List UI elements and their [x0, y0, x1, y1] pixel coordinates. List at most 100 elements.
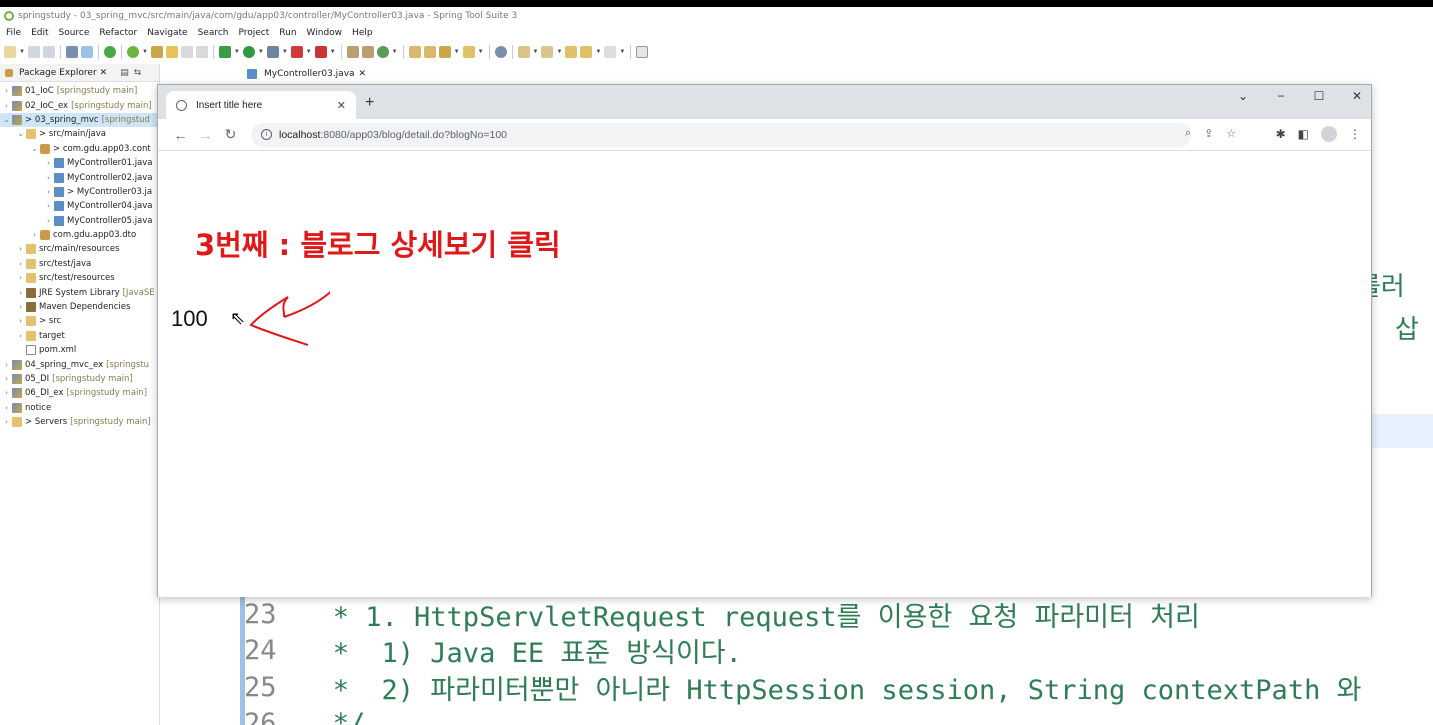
tree-item[interactable]: › MyController05.java — [0, 214, 159, 228]
address-url: localhost:8080/app03/blog/detail.do?blog… — [279, 129, 507, 141]
stop-icon[interactable] — [290, 46, 303, 58]
search-file-icon[interactable] — [462, 46, 475, 58]
tree-item-label: src/test/resources — [39, 273, 115, 284]
profile-avatar[interactable] — [1321, 126, 1337, 142]
address-bar[interactable]: i localhost:8080/app03/blog/detail.do?bl… — [251, 122, 1191, 147]
maximize-icon[interactable]: ☐ — [1313, 89, 1325, 103]
deploy-icon[interactable] — [314, 46, 327, 58]
reload-icon[interactable]: ↻ — [218, 126, 243, 143]
external-tools-icon[interactable] — [266, 46, 279, 58]
source-folder-icon — [26, 273, 36, 284]
open-folder-icon[interactable] — [423, 46, 436, 58]
tree-item[interactable]: › 01_IoC [springstudy main] — [0, 84, 159, 98]
browser-tab[interactable]: Insert title here ✕ — [166, 91, 356, 119]
back-arrow-icon[interactable]: ← — [168, 127, 193, 143]
tree-item[interactable]: › > MyController03.ja — [0, 185, 159, 199]
next-annotation-icon[interactable] — [517, 46, 530, 58]
menu-window[interactable]: Window — [307, 28, 343, 38]
tree-item[interactable]: › com.gdu.app03.dto — [0, 228, 159, 242]
tree-item[interactable]: › MyController02.java — [0, 170, 159, 184]
package-explorer-tab[interactable]: Package Explorer ✕ — [4, 68, 107, 78]
side-panel-icon[interactable]: ◧ — [1298, 127, 1309, 141]
block-icon[interactable] — [180, 46, 193, 58]
tree-item[interactable]: › 06_DI_ex [springstudy main] — [0, 386, 159, 400]
collapse-all-icon[interactable]: ▤ — [120, 67, 129, 78]
minimize-icon[interactable]: − — [1275, 89, 1287, 103]
boot-dashboard-icon[interactable] — [103, 46, 116, 58]
bookmark-star-icon[interactable]: ☆ — [1226, 127, 1236, 140]
forward-arrow-icon[interactable]: → — [193, 127, 218, 143]
menu-navigate[interactable]: Navigate — [147, 28, 187, 38]
globe-icon — [176, 99, 187, 111]
tree-item[interactable]: pom.xml — [0, 343, 159, 357]
sts-logo-icon — [4, 11, 14, 21]
new-java-icon[interactable] — [376, 46, 389, 58]
tree-item[interactable]: ⌄ > com.gdu.app03.cont — [0, 142, 159, 156]
menu-project[interactable]: Project — [238, 28, 269, 38]
toggle-icon[interactable] — [80, 46, 93, 58]
tree-item[interactable]: › > src — [0, 314, 159, 328]
tree-item[interactable]: ⌄ > src/main/java — [0, 127, 159, 141]
highlight-icon[interactable] — [165, 46, 178, 58]
menu-edit[interactable]: Edit — [31, 28, 48, 38]
tree-item[interactable]: › MyController04.java — [0, 199, 159, 213]
more-menu-icon[interactable]: ⋮ — [1349, 127, 1361, 141]
open-perspective-icon[interactable] — [636, 46, 649, 58]
terminal-icon[interactable] — [65, 46, 78, 58]
close-window-icon[interactable]: ✕ — [1351, 89, 1363, 103]
last-edit-icon[interactable] — [565, 46, 578, 58]
pin-icon[interactable] — [150, 46, 163, 58]
tree-item[interactable]: › src/main/resources — [0, 242, 159, 256]
tree-item[interactable]: › target — [0, 329, 159, 343]
tree-item[interactable]: › JRE System Library [JavaSE — [0, 285, 159, 299]
run-icon[interactable] — [242, 46, 255, 58]
forward-icon[interactable] — [604, 46, 617, 58]
tree-item[interactable]: › src/test/resources — [0, 271, 159, 285]
new-tab-button[interactable]: + — [365, 94, 374, 112]
close-tab-icon[interactable]: ✕ — [337, 99, 346, 112]
editor-tab-mycontroller03[interactable]: MyController03.java ✕ — [246, 69, 366, 79]
menu-search[interactable]: Search — [198, 28, 229, 38]
save-all-icon[interactable] — [42, 46, 55, 58]
tree-item[interactable]: › notice — [0, 401, 159, 415]
new-class-icon[interactable] — [361, 46, 374, 58]
site-info-icon[interactable]: i — [261, 129, 272, 140]
back-icon[interactable] — [580, 46, 593, 58]
tree-item[interactable]: › 04_spring_mvc_ex [springstu — [0, 357, 159, 371]
tree-item[interactable]: › MyController01.java — [0, 156, 159, 170]
globe-icon[interactable] — [494, 46, 507, 58]
new-icon[interactable] — [4, 46, 16, 58]
tree-item[interactable]: › src/test/java — [0, 257, 159, 271]
tab-search-icon[interactable]: ⌄ — [1237, 89, 1249, 103]
debug-icon[interactable] — [218, 46, 231, 58]
menu-refactor[interactable]: Refactor — [99, 28, 137, 38]
menu-source[interactable]: Source — [59, 28, 90, 38]
close-icon[interactable]: ✕ — [100, 68, 108, 78]
link-editor-icon[interactable]: ⇆ — [134, 67, 142, 78]
tree-item[interactable]: › 05_DI [springstudy main] — [0, 372, 159, 386]
code-line: 23 * 1. HttpServletRequest request를 이용한 … — [244, 596, 1200, 633]
menu-run[interactable]: Run — [279, 28, 296, 38]
spring-icon[interactable] — [126, 46, 139, 58]
extensions-icon[interactable]: ✱ — [1276, 127, 1286, 141]
tree-item-selected[interactable]: ⌄ > 03_spring_mvc [springstud — [0, 112, 159, 128]
menu-help[interactable]: Help — [352, 28, 373, 38]
tree-item[interactable]: › 02_IoC_ex [springstudy main] — [0, 98, 159, 112]
tree-item-label: notice — [25, 402, 52, 413]
zoom-icon[interactable]: ⌕ — [1185, 127, 1191, 140]
browser-tab-title: Insert title here — [196, 99, 263, 111]
save-icon[interactable] — [27, 46, 40, 58]
menu-file[interactable]: File — [6, 28, 21, 38]
tree-item[interactable]: › > Servers [springstudy main] — [0, 415, 159, 429]
brush-icon[interactable] — [438, 46, 451, 58]
prev-annotation-icon[interactable] — [541, 46, 554, 58]
ide-menu-bar: File Edit Source Refactor Navigate Searc… — [0, 25, 1433, 41]
package-explorer-icon — [5, 68, 13, 77]
open-type-icon[interactable] — [408, 46, 421, 58]
close-icon[interactable]: ✕ — [359, 69, 367, 79]
library-icon — [26, 302, 36, 313]
new-package-icon[interactable] — [346, 46, 359, 58]
share-icon[interactable]: ⇪ — [1204, 127, 1213, 140]
whitespace-icon[interactable] — [195, 46, 208, 58]
tree-item[interactable]: › Maven Dependencies — [0, 300, 159, 314]
